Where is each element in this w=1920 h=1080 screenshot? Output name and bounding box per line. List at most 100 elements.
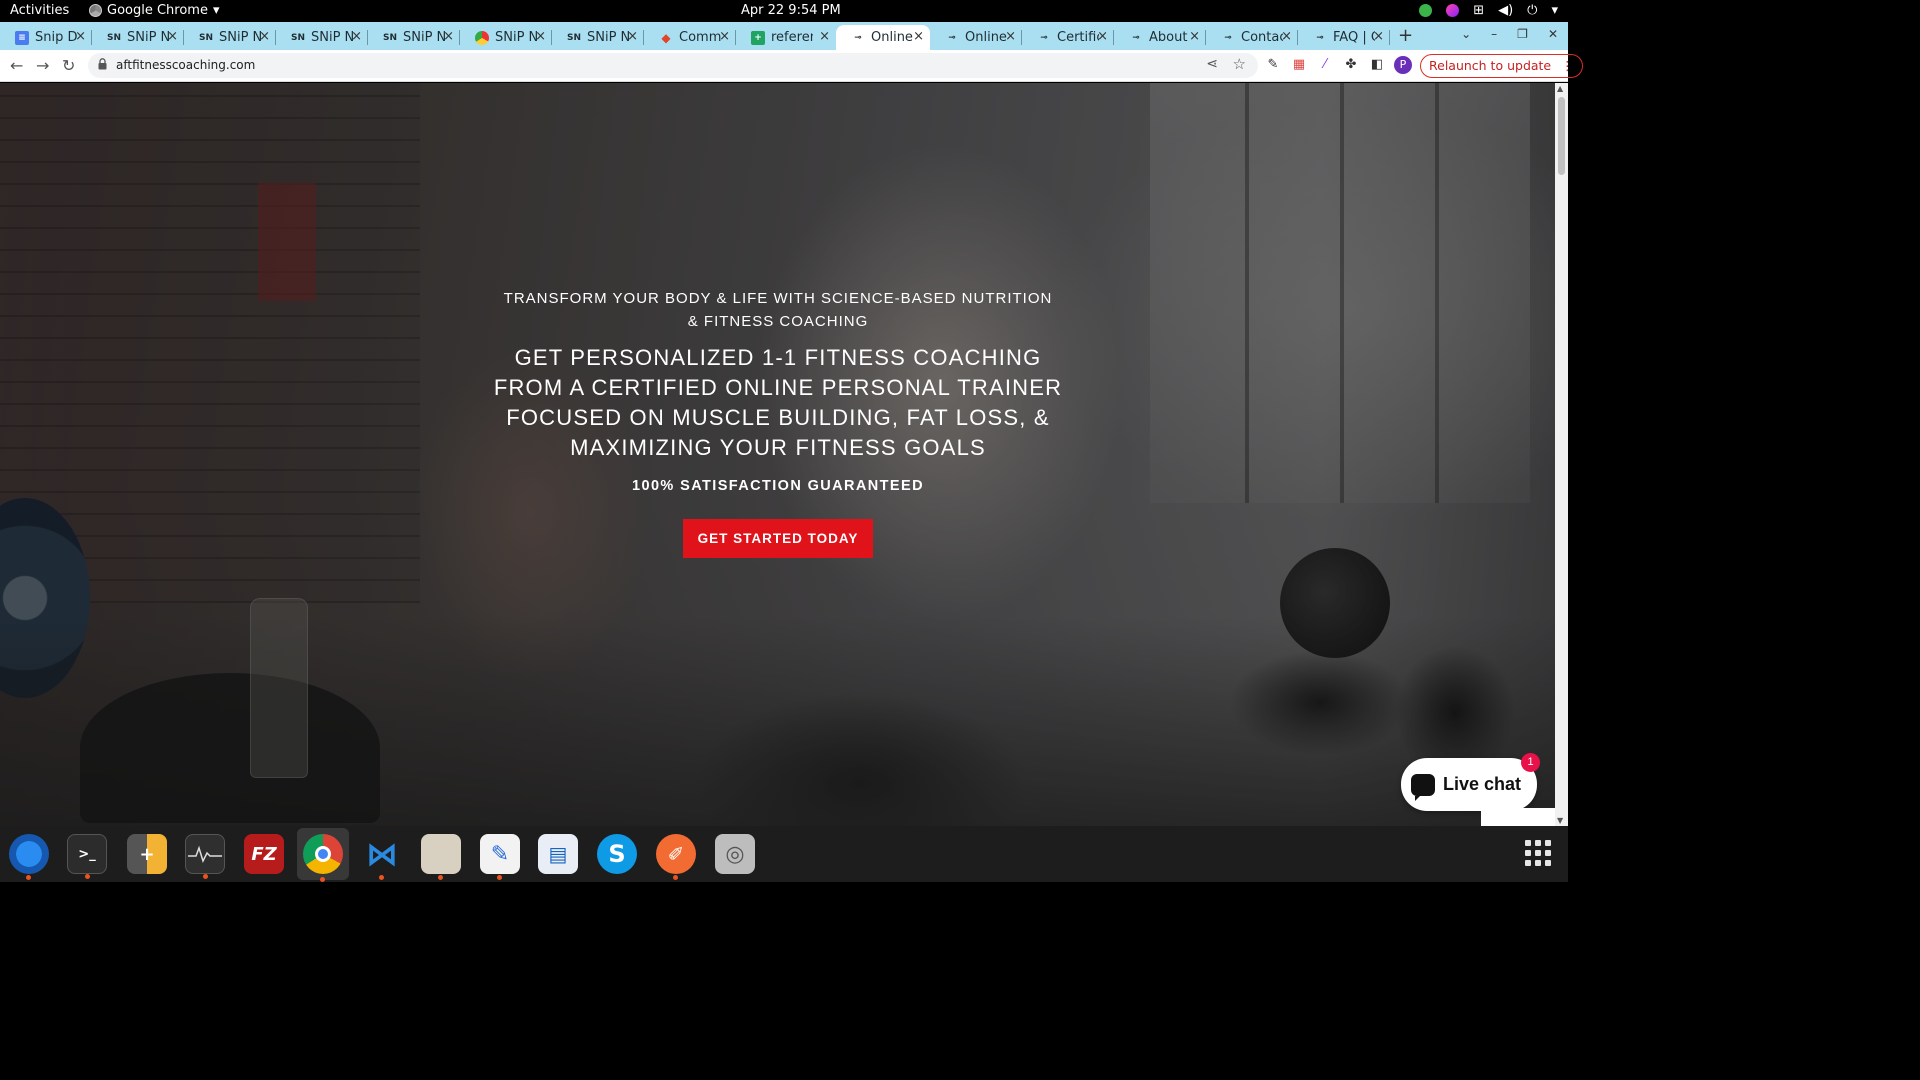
close-window-icon[interactable]: ✕ bbox=[1548, 27, 1558, 41]
skype-icon[interactable]: S bbox=[597, 834, 637, 874]
close-icon[interactable]: × bbox=[351, 29, 362, 44]
terminal-icon[interactable]: >_ bbox=[67, 834, 107, 879]
tab-title: FAQ | C bbox=[1333, 30, 1375, 45]
system-monitor-icon[interactable] bbox=[185, 834, 225, 879]
back-icon[interactable]: ← bbox=[10, 56, 23, 75]
disk-icon[interactable]: ◎ bbox=[715, 834, 755, 874]
close-icon[interactable]: × bbox=[167, 29, 178, 44]
profile-avatar[interactable]: P bbox=[1394, 56, 1412, 74]
restore-icon[interactable]: ❐ bbox=[1517, 27, 1528, 41]
close-icon[interactable]: × bbox=[443, 29, 454, 44]
volume-icon[interactable]: ◀) bbox=[1498, 3, 1513, 18]
live-chat-button[interactable]: Live chat 1 bbox=[1401, 753, 1540, 811]
relaunch-to-update-button[interactable]: Relaunch to update ⋮ bbox=[1420, 54, 1583, 78]
shield-check-icon[interactable] bbox=[1419, 4, 1433, 17]
close-icon[interactable]: × bbox=[75, 29, 86, 44]
tab-title: Online bbox=[871, 30, 913, 45]
tab[interactable]: SN SNiP N × bbox=[368, 25, 460, 50]
side-panel-icon[interactable]: ◧ bbox=[1369, 57, 1385, 73]
tab[interactable]: SNiP N × bbox=[460, 25, 552, 50]
tab[interactable]: ⊸ Online × bbox=[930, 25, 1022, 50]
relaunch-label: Relaunch to update bbox=[1429, 58, 1552, 73]
filezilla-icon[interactable]: FZ bbox=[244, 834, 284, 874]
tab-search-icon[interactable]: ⌄ bbox=[1461, 27, 1471, 41]
libreoffice-writer-icon[interactable]: ▤ bbox=[538, 834, 578, 874]
chrome-icon bbox=[89, 4, 102, 17]
calendar-extension-icon[interactable]: ▦ bbox=[1291, 57, 1307, 73]
tab[interactable]: ◆ Commi × bbox=[644, 25, 736, 50]
postman-icon[interactable]: ✐ bbox=[656, 834, 696, 880]
clock[interactable]: Apr 22 9:54 PM bbox=[741, 3, 841, 18]
tab-title: Commi bbox=[679, 30, 721, 45]
pen-extension-icon[interactable]: ⁄ bbox=[1317, 57, 1333, 73]
scroll-down-icon[interactable]: ▼ bbox=[1557, 816, 1563, 825]
tab[interactable]: ⊸ Contac × bbox=[1206, 25, 1298, 50]
app-name-label: Google Chrome bbox=[107, 3, 208, 18]
tab-title: Online bbox=[965, 30, 1007, 45]
color-picker-icon[interactable] bbox=[1446, 4, 1460, 17]
close-icon[interactable]: × bbox=[259, 29, 270, 44]
text-editor-icon[interactable]: ✎ bbox=[480, 834, 520, 880]
power-icon[interactable]: ⏻ bbox=[1527, 3, 1537, 18]
tab-active[interactable]: ⊸ Online × bbox=[836, 25, 930, 50]
close-icon[interactable]: × bbox=[1189, 29, 1200, 44]
close-icon[interactable]: × bbox=[1005, 29, 1016, 44]
close-icon[interactable]: × bbox=[627, 29, 638, 44]
new-tab-button[interactable]: + bbox=[1398, 25, 1413, 46]
close-icon[interactable]: × bbox=[1097, 29, 1108, 44]
page-scrollbar[interactable]: ▲ ▼ bbox=[1555, 83, 1568, 826]
show-applications-icon[interactable] bbox=[1525, 840, 1551, 866]
get-started-button[interactable]: GET STARTED TODAY bbox=[683, 519, 873, 558]
tab[interactable]: ≡ Snip Dc × bbox=[0, 25, 92, 50]
close-icon[interactable]: × bbox=[535, 29, 546, 44]
chevron-down-icon[interactable]: ▾ bbox=[1551, 3, 1558, 18]
eyedropper-extension-icon[interactable]: ✎ bbox=[1265, 57, 1281, 73]
tab[interactable]: ⊸ About × bbox=[1114, 25, 1206, 50]
tab-title: About bbox=[1149, 30, 1188, 45]
gnome-top-bar: Activities Google Chrome ▾ Apr 22 9:54 P… bbox=[0, 0, 1568, 22]
vscode-icon[interactable]: ⋈ bbox=[362, 834, 402, 880]
extensions-puzzle-icon[interactable]: ✤ bbox=[1343, 57, 1359, 73]
files-icon[interactable] bbox=[421, 834, 461, 880]
docs-icon: ≡ bbox=[15, 30, 29, 45]
minimize-icon[interactable]: – bbox=[1491, 27, 1497, 41]
thunderbird-icon[interactable] bbox=[9, 834, 49, 880]
address-bar[interactable]: aftfitnesscoaching.com ⋖ ☆ bbox=[88, 53, 1258, 78]
url-text[interactable]: aftfitnesscoaching.com bbox=[116, 58, 255, 72]
satisfaction-guarantee: 100% SATISFACTION GUARANTEED bbox=[632, 478, 924, 494]
tab[interactable]: SN SNiP N × bbox=[276, 25, 368, 50]
tab[interactable]: + referen × bbox=[736, 25, 836, 50]
scroll-up-icon[interactable]: ▲ bbox=[1557, 84, 1563, 93]
tab-strip: ≡ Snip Dc × SN SNiP N × SN SNiP N × SN S… bbox=[0, 22, 1568, 50]
page-corner-element bbox=[1481, 808, 1555, 826]
close-icon[interactable]: × bbox=[719, 29, 730, 44]
tab[interactable]: SN SNiP N × bbox=[552, 25, 644, 50]
tab-title: SNiP N bbox=[219, 30, 261, 45]
close-icon[interactable]: × bbox=[913, 29, 924, 44]
close-icon[interactable]: × bbox=[1281, 29, 1292, 44]
tab-title: SNiP N bbox=[311, 30, 353, 45]
lock-icon bbox=[98, 58, 107, 70]
activities-button[interactable]: Activities bbox=[10, 3, 69, 18]
close-icon[interactable]: × bbox=[1373, 29, 1384, 44]
system-tray[interactable]: ⊞ ◀) ⏻ ▾ bbox=[1419, 3, 1558, 18]
tab[interactable]: SN SNiP N × bbox=[92, 25, 184, 50]
hero-subtitle: TRANSFORM YOUR BODY & LIFE WITH SCIENCE-… bbox=[503, 290, 1053, 330]
tab[interactable]: SN SNiP N × bbox=[184, 25, 276, 50]
site-icon: ⊸ bbox=[1224, 32, 1232, 43]
forward-icon[interactable]: → bbox=[36, 56, 49, 75]
calculator-icon[interactable]: + bbox=[127, 834, 167, 874]
tab[interactable]: ⊸ Certific × bbox=[1022, 25, 1114, 50]
tab-title: referen bbox=[771, 30, 813, 45]
snip-icon: SN bbox=[107, 32, 122, 43]
close-icon[interactable]: × bbox=[819, 29, 830, 44]
share-icon[interactable]: ⋖ bbox=[1206, 56, 1218, 72]
browser-toolbar: ← → ↻ aftfitnesscoaching.com ⋖ ☆ ✎ ▦ ⁄ ✤… bbox=[0, 50, 1583, 82]
chrome-dock-item[interactable] bbox=[297, 828, 349, 882]
network-icon[interactable]: ⊞ bbox=[1473, 3, 1484, 18]
app-menu[interactable]: Google Chrome ▾ bbox=[89, 3, 220, 18]
scrollbar-thumb[interactable] bbox=[1558, 97, 1565, 175]
bookmark-star-icon[interactable]: ☆ bbox=[1233, 55, 1246, 73]
reload-icon[interactable]: ↻ bbox=[62, 56, 75, 75]
tab[interactable]: ⊸ FAQ | C × bbox=[1298, 25, 1390, 50]
